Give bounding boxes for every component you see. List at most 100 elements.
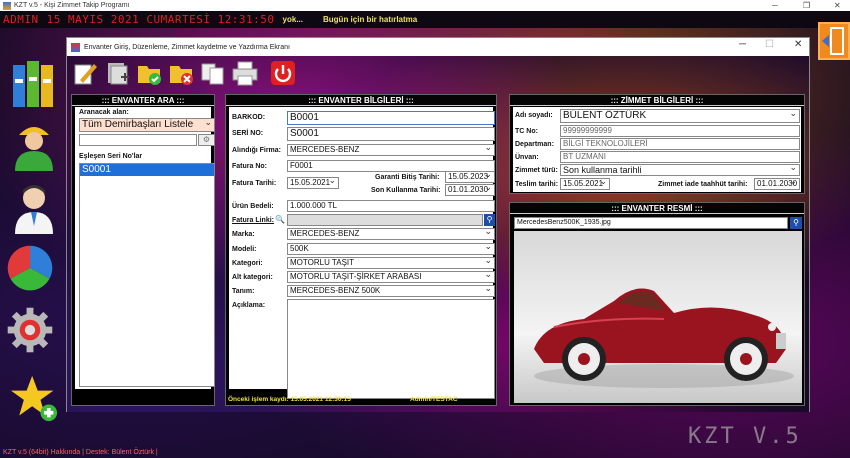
search-button-icon[interactable]: ⚙ — [198, 134, 215, 146]
window-title: Envanter Giriş, Düzenleme, Zimmet kaydet… — [84, 43, 290, 51]
brand-select[interactable]: MERCEDES-BENZ — [287, 228, 495, 240]
warranty-end-picker[interactable]: 15.05.2023 — [445, 171, 495, 183]
power-icon[interactable] — [269, 59, 297, 87]
edit-icon[interactable] — [71, 59, 99, 87]
image-panel-header: ::: ENVANTER RESMİ ::: — [510, 203, 804, 214]
definition-label: Tanım: — [232, 288, 255, 295]
last-user-text: Admin/TESTAC — [410, 396, 458, 403]
name-select[interactable]: BÜLENT ÖZTÜRK — [560, 109, 800, 123]
search-icon[interactable]: ⚲ — [484, 214, 495, 226]
category-label: Kategori: — [232, 260, 263, 267]
support-link[interactable]: Destek: Bülent Öztürk | — [86, 449, 158, 456]
star-add-icon[interactable] — [10, 374, 58, 422]
serial-input[interactable]: S0001 — [287, 127, 495, 141]
return-date-label: Zimmet iade taahhüt tarihi: — [658, 181, 748, 188]
invoice-no-label: Fatura No: — [232, 163, 267, 170]
printer-icon[interactable] — [231, 59, 259, 87]
search-panel-header: ::: ENVANTER ARA ::: — [72, 95, 214, 106]
search-field-label: Aranacak alan: — [79, 109, 129, 116]
subcategory-label: Alt kategori: — [232, 274, 273, 281]
department-input[interactable]: BİLGİ TEKNOLOJİLERİ — [560, 138, 800, 150]
department-label: Departman: — [515, 141, 554, 148]
app-title-bar: KZT v.5 - Kişi Zimmet Takip Programı ─ ❐… — [0, 0, 850, 11]
inventory-books-icon[interactable] — [10, 60, 58, 108]
folder-delete-icon[interactable] — [167, 59, 195, 87]
maximize-button[interactable]: ❐ — [803, 0, 810, 11]
car-image — [514, 231, 802, 403]
inventory-panel-header: ::: ENVANTER BİLGİLERİ ::: — [226, 95, 496, 106]
window-close-button[interactable]: ✕ — [794, 39, 802, 50]
list-item[interactable]: S0001 — [80, 164, 214, 176]
window-title-bar: Envanter Giriş, Düzenleme, Zimmet kaydet… — [67, 38, 809, 56]
model-label: Modeli: — [232, 246, 257, 253]
link-magnifier-icon[interactable]: 🔍 — [275, 215, 285, 224]
category-select[interactable]: MOTORLU TAŞIT — [287, 257, 495, 269]
minimize-button[interactable]: ─ — [772, 0, 778, 11]
close-button[interactable]: ✕ — [834, 0, 841, 11]
ticker-user: ADMIN — [3, 13, 39, 26]
description-textarea[interactable] — [287, 299, 495, 399]
ticker-datetime: 15 MAYIS 2021 CUMARTESİ 12:31:50 — [46, 13, 275, 26]
toolbar — [71, 58, 297, 88]
delivery-date-picker[interactable]: 15.05.2021 — [560, 178, 610, 190]
subcategory-select[interactable]: MOTORLU TAŞIT-ŞİRKET ARABASI — [287, 271, 495, 283]
invoice-date-picker[interactable]: 15.05.2021 — [287, 177, 339, 189]
window-body: ::: ENVANTER ARA ::: Aranacak alan: Tüm … — [67, 56, 809, 412]
image-panel: ::: ENVANTER RESMİ ::: MercedesBenz500K_… — [509, 202, 805, 406]
user-doctor-icon[interactable] — [10, 184, 58, 234]
barcode-input[interactable]: B0001 — [287, 111, 495, 125]
reminder-message: Bugün için bir hatırlatma — [323, 15, 418, 24]
tc-input[interactable]: 99999999999 — [560, 125, 800, 137]
about-link[interactable]: KZT v.5 (64bit) Hakkında | — [3, 449, 84, 456]
search-panel: ::: ENVANTER ARA ::: Aranacak alan: Tüm … — [71, 94, 215, 406]
window-icon — [71, 42, 80, 52]
copy-icon[interactable] — [199, 59, 227, 87]
new-record-icon[interactable] — [103, 59, 131, 87]
definition-select[interactable]: MERCEDES-BENZ 500K — [287, 285, 495, 297]
brand-label: Marka: — [232, 231, 255, 238]
assignment-panel-header: ::: ZİMMET BİLGİLERİ ::: — [510, 95, 804, 106]
delivery-date-label: Teslim tarihi: — [515, 181, 559, 188]
last-use-label: Son Kullanma Tarihi: — [371, 187, 441, 194]
supplier-select[interactable]: MERCEDES-BENZ — [287, 144, 495, 156]
warranty-end-label: Garanti Bitiş Tarihi: — [375, 174, 440, 181]
window-minimize-button[interactable]: ─ — [739, 39, 746, 50]
invoice-link-label[interactable]: Fatura Linki: — [232, 217, 274, 224]
search-input[interactable] — [79, 134, 197, 146]
last-use-picker[interactable]: 01.01.2030 — [445, 184, 495, 196]
price-input[interactable]: 1.000.000 TL — [287, 200, 495, 212]
inventory-window: Envanter Giriş, Düzenleme, Zimmet kaydet… — [66, 37, 810, 412]
price-label: Ürün Bedeli: — [232, 203, 274, 210]
last-action-text: Önceki işlem kaydı: 15.05.2021 12:30:15 — [228, 396, 351, 403]
name-label: Adı soyadı: — [515, 112, 553, 119]
inventory-panel: ::: ENVANTER BİLGİLERİ ::: BARKOD: B0001… — [225, 94, 497, 406]
title-input[interactable]: BT UZMANI — [560, 151, 800, 163]
assignment-type-select[interactable]: Son kullanma tarihli — [560, 164, 800, 176]
image-search-icon[interactable]: ⚲ — [790, 217, 802, 229]
pie-chart-icon[interactable] — [6, 244, 54, 292]
assignment-panel: ::: ZİMMET BİLGİLERİ ::: Adı soyadı: BÜL… — [509, 94, 805, 194]
barcode-label: BARKOD: — [232, 114, 266, 121]
image-filename-input[interactable]: MercedesBenz500K_1935.jpg — [514, 217, 788, 229]
description-label: Açıklama: — [232, 302, 266, 309]
invoice-link-input[interactable] — [287, 214, 483, 226]
tc-label: TC No: — [515, 128, 538, 135]
status-ticker: ADMIN 15 MAYIS 2021 CUMARTESİ 12:31:50 y… — [0, 11, 850, 28]
window-maximize-button[interactable]: ☐ — [765, 39, 774, 50]
serial-label: SERİ NO: — [232, 130, 264, 137]
brand-watermark: KZT V.5 — [688, 424, 802, 449]
app-title: KZT v.5 - Kişi Zimmet Takip Programı — [14, 2, 130, 9]
exit-door-button[interactable] — [818, 22, 850, 60]
matches-label: Eşleşen Seri No'lar — [79, 153, 143, 160]
search-field-select[interactable]: Tüm Demirbaşları Listele — [79, 118, 215, 132]
app-icon — [3, 1, 11, 10]
model-select[interactable]: 500K — [287, 243, 495, 255]
gear-icon[interactable] — [6, 306, 54, 354]
user-worker-icon[interactable] — [10, 122, 58, 171]
footer: KZT v.5 (64bit) Hakkında | Destek: Bülen… — [0, 447, 850, 458]
return-date-picker[interactable]: 01.01.2030 — [754, 178, 800, 190]
matches-list[interactable]: S0001 — [79, 163, 215, 387]
invoice-date-label: Fatura Tarihi: — [232, 180, 277, 187]
folder-save-icon[interactable] — [135, 59, 163, 87]
assignment-type-label: Zimmet türü: — [515, 167, 558, 174]
